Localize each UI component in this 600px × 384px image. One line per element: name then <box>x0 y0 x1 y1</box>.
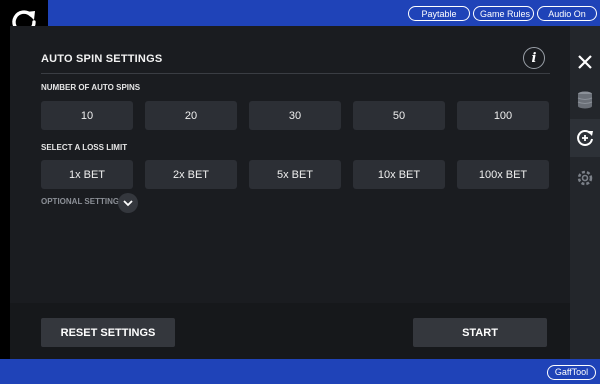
audio-toggle-button[interactable]: Audio On <box>537 6 597 21</box>
settings-icon <box>577 170 593 186</box>
spins-section-label: NUMBER OF AUTO SPINS <box>41 83 141 92</box>
loss-option-2x[interactable]: 2x BET <box>145 160 237 189</box>
close-button[interactable] <box>570 43 600 81</box>
spins-option-100[interactable]: 100 <box>457 101 549 130</box>
coins-icon <box>577 91 593 109</box>
chevron-down-icon <box>123 200 133 207</box>
loss-option-10x[interactable]: 10x BET <box>353 160 445 189</box>
loss-option-1x[interactable]: 1x BET <box>41 160 133 189</box>
spins-option-10[interactable]: 10 <box>41 101 133 130</box>
autospin-tab[interactable] <box>570 119 600 157</box>
title-divider <box>41 73 550 74</box>
optional-settings-label: OPTIONAL SETTINGS <box>41 197 125 206</box>
paytable-button[interactable]: Paytable <box>408 6 470 21</box>
gafftool-button[interactable]: GaffTool <box>547 365 596 380</box>
close-icon <box>578 55 592 69</box>
optional-settings-toggle[interactable] <box>118 193 138 213</box>
bottom-bar <box>0 359 600 384</box>
settings-button[interactable] <box>570 159 600 197</box>
start-button[interactable]: START <box>413 318 547 347</box>
info-button[interactable]: i <box>523 47 545 69</box>
spins-option-20[interactable]: 20 <box>145 101 237 130</box>
loss-option-5x[interactable]: 5x BET <box>249 160 341 189</box>
loss-option-100x[interactable]: 100x BET <box>457 160 549 189</box>
autospin-icon <box>577 130 593 146</box>
spins-option-50[interactable]: 50 <box>353 101 445 130</box>
reset-settings-button[interactable]: RESET SETTINGS <box>41 318 175 347</box>
panel-title: AUTO SPIN SETTINGS <box>41 53 163 65</box>
loss-section-label: SELECT A LOSS LIMIT <box>41 143 128 152</box>
info-icon: i <box>531 50 537 66</box>
game-rules-button[interactable]: Game Rules <box>473 6 534 21</box>
bet-settings-button[interactable] <box>570 81 600 119</box>
spins-option-30[interactable]: 30 <box>249 101 341 130</box>
